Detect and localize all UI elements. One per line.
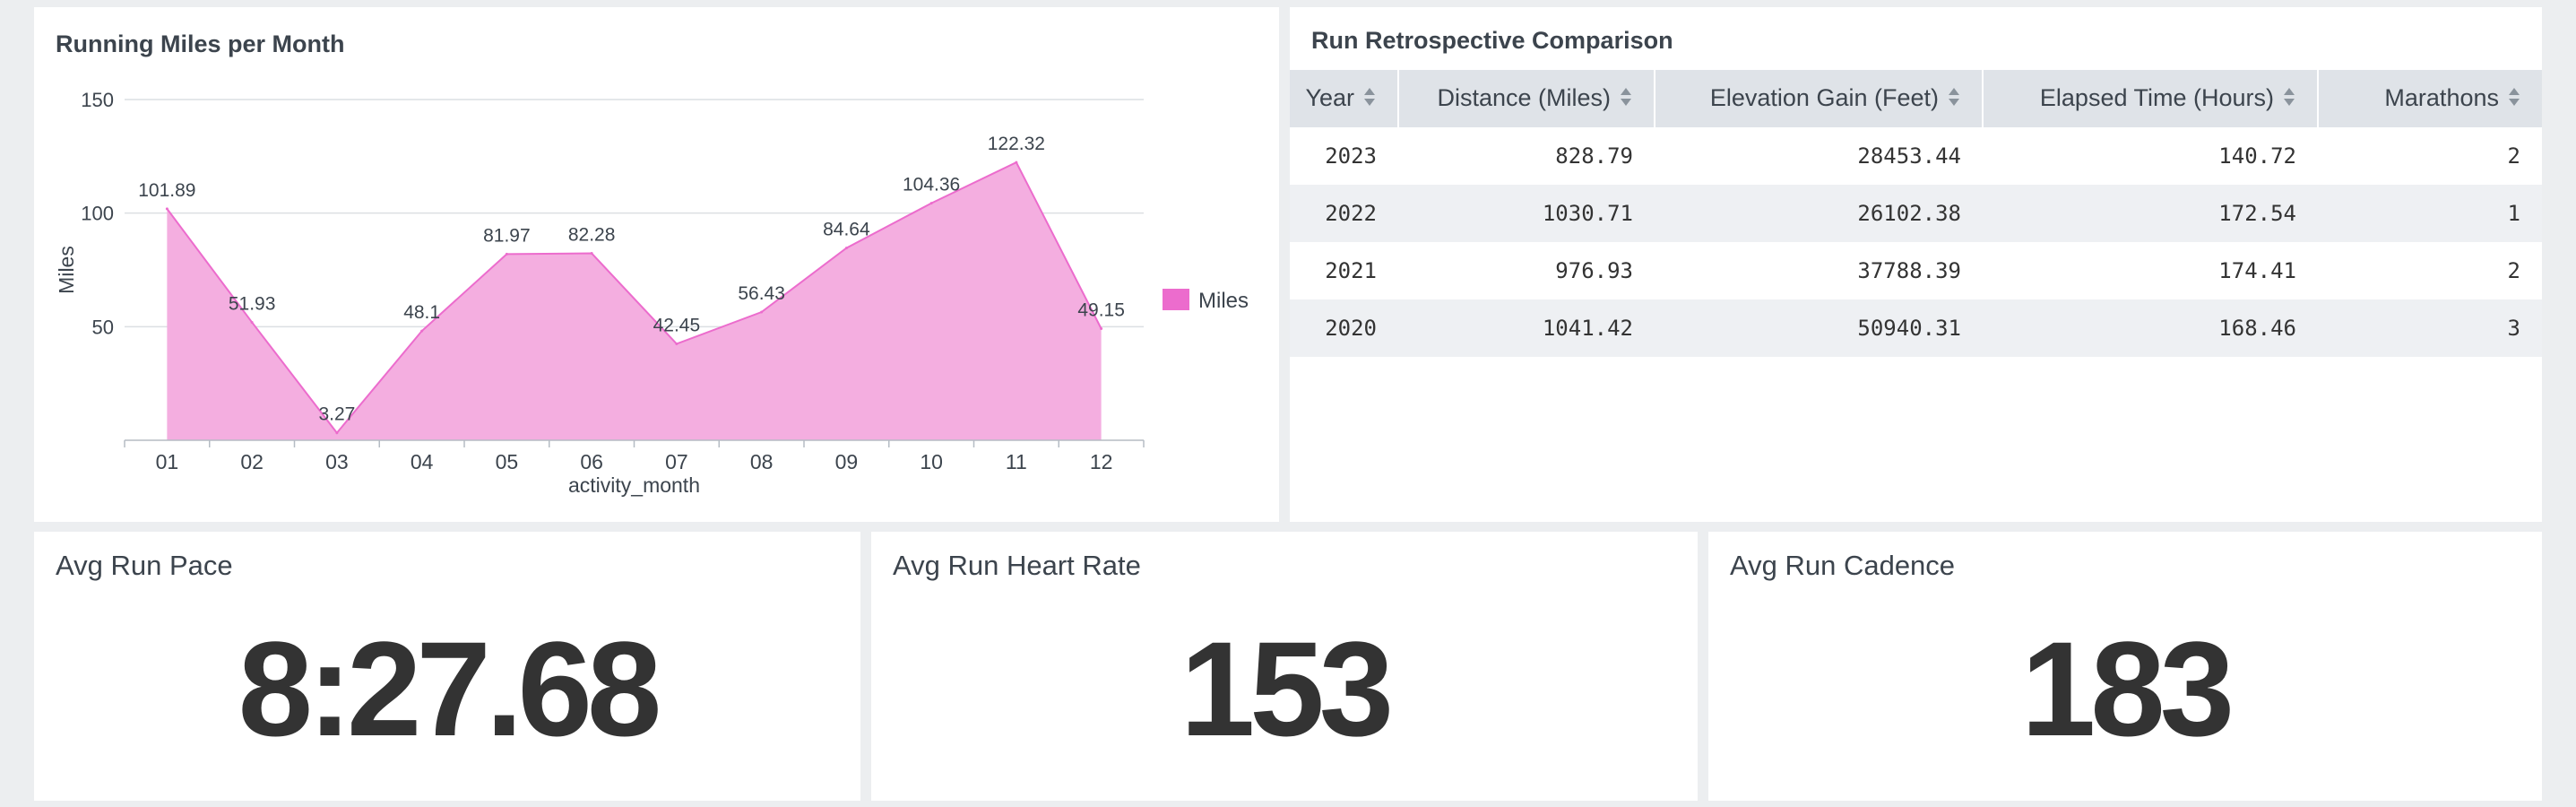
table-cell: 2 (2507, 258, 2520, 283)
legend-label: Miles (1198, 289, 1249, 313)
data-point (165, 207, 169, 211)
table-panel: Run Retrospective Comparison Year Distan… (1290, 7, 2542, 522)
x-axis-title: activity_month (568, 473, 700, 497)
table-cell: 28453.44 (1857, 143, 1961, 169)
kpi-value: 183 (2020, 613, 2235, 764)
kpi-title: Avg Run Pace (56, 550, 233, 581)
data-label: 49.15 (1077, 299, 1125, 320)
x-tick-label: 10 (920, 450, 943, 473)
legend-swatch (1163, 289, 1189, 310)
data-point (1100, 326, 1103, 330)
x-tick-label: 12 (1090, 450, 1113, 473)
data-label: 56.43 (738, 283, 785, 304)
run-comparison-table: Year Distance (Miles) Elevation Gain (Fe… (1290, 70, 2542, 357)
col-header-elapsed-time[interactable]: Elapsed Time (Hours) (1983, 70, 2319, 127)
kpi-value: 153 (1180, 613, 1394, 764)
kpi-avg-run-cadence: Avg Run Cadence 183 (1708, 532, 2542, 801)
x-tick-label: 04 (411, 450, 434, 473)
table-cell: 1041.42 (1398, 299, 1655, 357)
x-tick-label: 07 (665, 450, 688, 473)
data-point (505, 252, 508, 256)
data-label: 48.1 (403, 302, 440, 323)
table-cell: 37788.39 (1857, 258, 1961, 283)
data-point (929, 202, 933, 205)
table-cell: 50940.31 (1655, 299, 1983, 357)
y-tick-label: 100 (81, 203, 114, 225)
kpi-avg-run-pace: Avg Run Pace 8:27.68 (34, 532, 860, 801)
table-cell: 828.79 (1555, 143, 1633, 169)
sort-icon[interactable] (1363, 85, 1376, 113)
data-point (335, 431, 339, 435)
col-header-elevation[interactable]: Elevation Gain (Feet) (1655, 70, 1984, 127)
table-cell: 2023 (1325, 143, 1377, 169)
data-point (675, 342, 679, 345)
data-point (590, 252, 593, 256)
y-axis-title: Miles (55, 246, 78, 294)
x-tick-label: 09 (835, 450, 859, 473)
x-tick-label: 05 (496, 450, 519, 473)
table-cell: 2 (2507, 143, 2520, 169)
area-fill (167, 162, 1102, 440)
sort-icon[interactable] (2283, 85, 2295, 113)
table-cell: 2022 (1290, 185, 1398, 242)
x-tick-label: 02 (240, 450, 264, 473)
miles-area-chart: 50 100 150 01 02 03 04 05 06 07 08 09 10 11 12 101.89 51… (55, 89, 1249, 497)
sort-icon[interactable] (1620, 85, 1632, 113)
table-cell: 1030.71 (1398, 185, 1655, 242)
col-header-distance[interactable]: Distance (Miles) (1398, 70, 1655, 127)
table-cell: 26102.38 (1655, 185, 1983, 242)
table-cell: 174.41 (2218, 258, 2296, 283)
data-point (420, 329, 424, 333)
chart-panel: Running Miles per Month 50 100 150 01 02 03 04… (34, 7, 1279, 522)
table-cell: 2021 (1325, 258, 1377, 283)
y-tick-label: 50 (92, 316, 114, 338)
kpi-avg-run-heart-rate: Avg Run Heart Rate 153 (871, 532, 1698, 801)
table-row: 2023 828.79 28453.44 140.72 2 (1290, 127, 2542, 185)
table-cell: 2020 (1290, 299, 1398, 357)
table-row: 2022 1030.71 26102.38 172.54 1 (1290, 185, 2542, 242)
data-label: 104.36 (903, 175, 960, 195)
table-cell: 140.72 (2218, 143, 2296, 169)
kpi-value: 8:27.68 (238, 613, 662, 764)
x-tick-label: 08 (750, 450, 774, 473)
y-tick-label: 150 (81, 89, 114, 111)
sort-icon[interactable] (1948, 85, 1960, 113)
x-tick-label: 06 (580, 450, 603, 473)
data-point (844, 247, 848, 250)
table-cell: 168.46 (1983, 299, 2318, 357)
data-point (760, 310, 764, 314)
kpi-title: Avg Run Heart Rate (893, 550, 1141, 581)
data-label: 3.27 (318, 404, 355, 425)
x-tick-label: 11 (1006, 450, 1027, 473)
table-cell: 976.93 (1555, 258, 1633, 283)
data-label: 82.28 (568, 225, 616, 246)
kpi-title: Avg Run Cadence (1730, 550, 1956, 581)
sort-icon[interactable] (2508, 85, 2520, 113)
table-row: 2021 976.93 37788.39 174.41 2 (1290, 242, 2542, 299)
data-label: 84.64 (823, 220, 870, 240)
data-label: 51.93 (229, 293, 276, 314)
x-tick-label: 03 (325, 450, 349, 473)
table-row: 2020 1041.42 50940.31 168.46 3 (1290, 299, 2542, 357)
data-label: 101.89 (138, 180, 195, 201)
x-tick-label: 01 (156, 450, 179, 473)
table-title: Run Retrospective Comparison (1311, 27, 1673, 54)
table-cell: 3 (2318, 299, 2542, 357)
table-cell: 1 (2318, 185, 2542, 242)
col-header-marathons[interactable]: Marathons (2318, 70, 2542, 127)
data-label: 42.45 (653, 315, 701, 335)
col-header-year[interactable]: Year (1290, 70, 1399, 127)
data-label: 81.97 (483, 225, 531, 246)
table-cell: 172.54 (1983, 185, 2318, 242)
data-point (250, 320, 254, 324)
data-label: 122.32 (988, 134, 1045, 154)
data-point (1015, 161, 1018, 164)
